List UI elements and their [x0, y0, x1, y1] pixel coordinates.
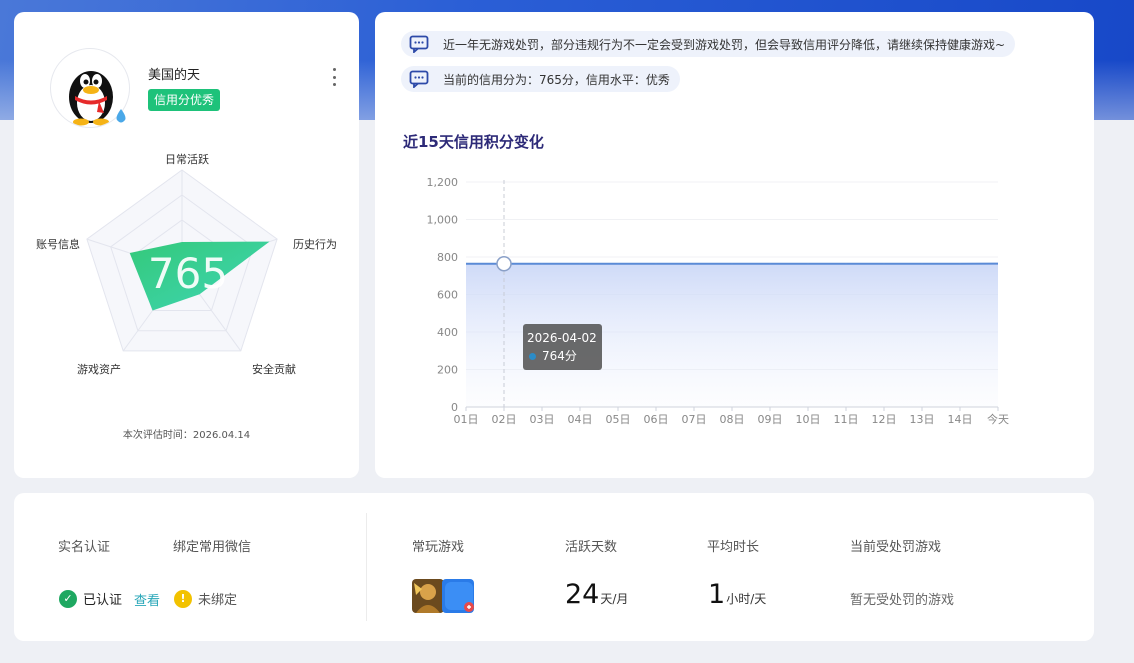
game-app-icon	[442, 579, 474, 613]
x-tick-label: 06日	[644, 413, 669, 426]
warning-circle-icon: !	[174, 589, 192, 608]
y-tick-label: 1,000	[427, 214, 459, 227]
realname-status: ✓ 已认证	[59, 589, 122, 608]
evaluation-time: 本次评估时间：2026.04.14	[122, 430, 251, 441]
wechat-status-text: 未绑定	[198, 593, 238, 608]
active-days-stat: 24 天/月	[565, 579, 628, 610]
avg-time-unit: 小时/天	[726, 592, 767, 606]
active-days-unit: 天/月	[600, 592, 629, 606]
wechat-status[interactable]: ! 未绑定	[174, 589, 237, 608]
games-label: 常玩游戏	[412, 540, 465, 555]
tooltip-date: 2026-04-02	[527, 331, 597, 345]
x-tick-label: 今天	[987, 412, 1009, 426]
x-tick-label: 11日	[834, 413, 859, 426]
tooltip-value: 764分	[542, 349, 577, 363]
x-tick-label: 01日	[454, 413, 479, 426]
radar-label-daily-active: 日常活跃	[165, 153, 209, 166]
x-tick-label: 08日	[720, 413, 745, 426]
game-icon-1[interactable]	[412, 579, 444, 613]
radar-label-account-info: 账号信息	[36, 238, 80, 251]
check-circle-icon: ✓	[59, 589, 77, 608]
credit-score-text: 765	[148, 249, 228, 298]
view-realname-link[interactable]: 查看	[134, 590, 160, 609]
avg-time-stat: 1 小时/天	[708, 579, 766, 610]
credit-trend-card: 近一年无游戏处罚，部分违规行为不一定会受到游戏处罚，但会导致信用评分降低，请继续…	[375, 12, 1094, 478]
x-tick-label: 13日	[910, 413, 935, 426]
x-tick-label: 03日	[530, 413, 555, 426]
radar-label-history-behavior: 历史行为	[293, 238, 337, 251]
realname-label: 实名认证	[58, 540, 111, 555]
y-tick-label: 600	[437, 289, 458, 302]
data-point	[496, 256, 512, 272]
active-days-value: 24	[565, 579, 600, 610]
divider	[366, 513, 367, 621]
x-tick-label: 02日	[492, 413, 517, 426]
y-tick-label: 1,200	[427, 176, 459, 189]
account-summary-card: 实名认证 绑定常用微信 ✓ 已认证 查看 ! 未绑定 常玩游戏 活跃天数 24 …	[14, 493, 1094, 641]
x-tick-label: 09日	[758, 413, 783, 426]
game-hero-icon	[412, 579, 444, 613]
game-icon-2[interactable]	[442, 579, 474, 613]
wechat-label: 绑定常用微信	[173, 540, 252, 555]
x-tick-label: 10日	[796, 413, 821, 426]
x-tick-label: 14日	[948, 413, 973, 426]
radar-label-game-assets: 游戏资产	[77, 363, 121, 376]
x-tick-label: 12日	[872, 413, 897, 426]
y-tick-label: 400	[437, 326, 458, 339]
active-days-label: 活跃天数	[565, 540, 618, 555]
profile-card: 美国的天 信用分优秀 765 日常活跃 历史行为 安全贡献 游戏资产 账号信息 …	[14, 12, 359, 478]
x-tick-label: 07日	[682, 413, 707, 426]
credit-trend-chart[interactable]: 02004006008001,0001,20001日 02日 03日 04日 05日 06…	[375, 12, 1094, 478]
chart-tooltip: 2026-04-02 764分	[523, 324, 602, 370]
realname-status-text: 已认证	[83, 593, 123, 608]
radar-label-security-contribution: 安全贡献	[252, 363, 296, 376]
avg-time-value: 1	[708, 579, 726, 610]
penalty-value: 暂无受处罚的游戏	[850, 593, 955, 608]
series-dot-icon	[529, 353, 536, 360]
x-tick-label: 04日	[568, 413, 593, 426]
y-tick-label: 800	[437, 251, 458, 264]
penalty-label: 当前受处罚游戏	[850, 540, 942, 555]
y-tick-label: 200	[437, 364, 458, 377]
x-tick-label: 05日	[606, 413, 631, 426]
avg-time-label: 平均时长	[707, 540, 760, 555]
